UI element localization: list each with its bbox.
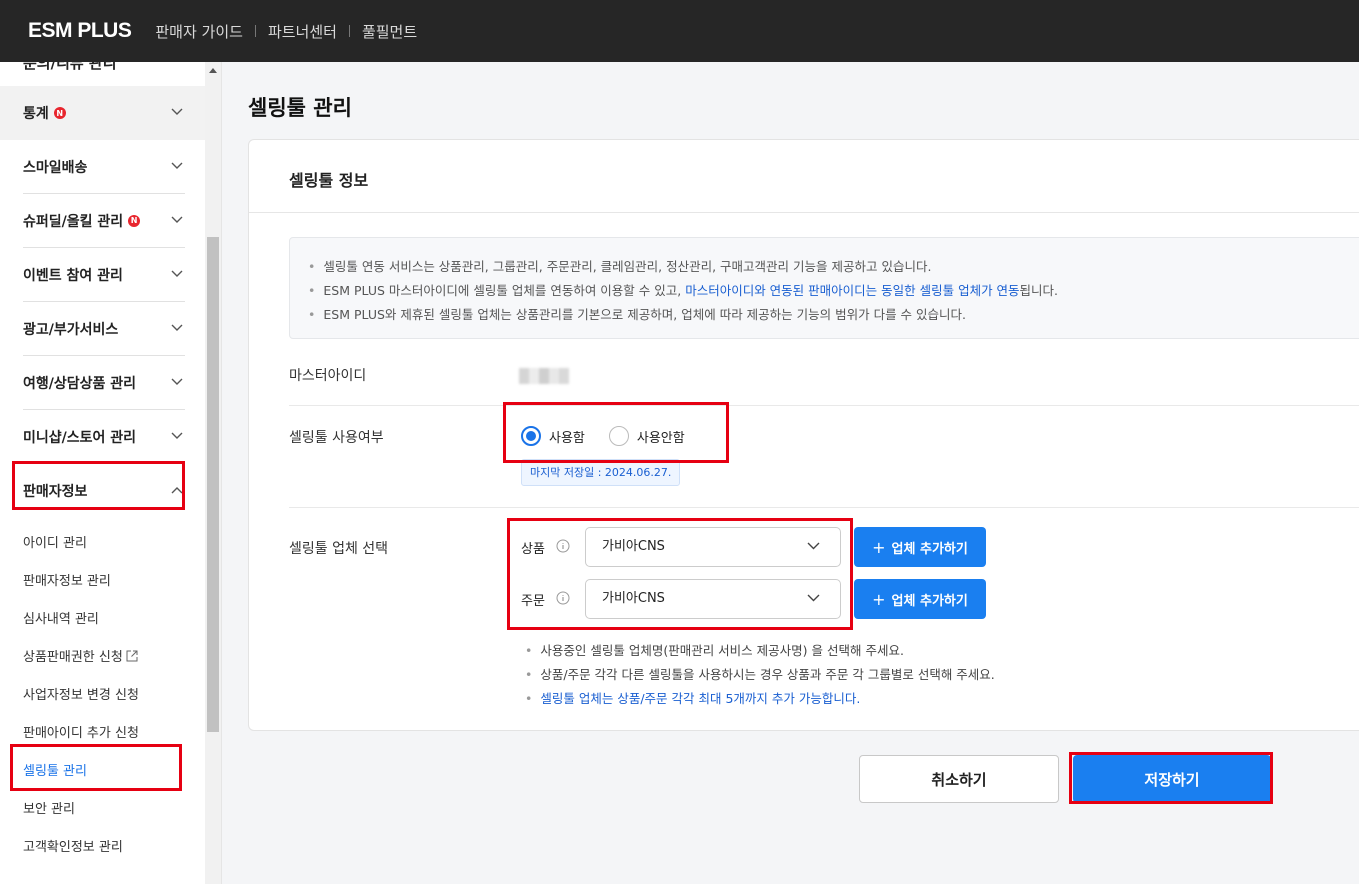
chevron-down-icon [171, 324, 183, 331]
partner-center-link[interactable]: 파트너센터 [268, 21, 337, 42]
product-vendor-select[interactable]: 가비아CNS [585, 527, 841, 567]
submenu-business-info-change[interactable]: 사업자정보 변경 신청 [23, 684, 139, 703]
chevron-down-icon [171, 108, 183, 115]
usage-label: 셀링툴 사용여부 [289, 430, 384, 446]
info-icon[interactable] [556, 591, 570, 605]
submenu-label: 상품판매권한 신청 [23, 650, 123, 665]
radio-use-label[interactable]: 사용함 [549, 427, 585, 446]
chevron-down-icon [171, 432, 183, 439]
page-title: 셀링툴 관리 [248, 96, 352, 120]
add-order-vendor-button[interactable]: + 업체 추가하기 [854, 579, 986, 619]
chevron-down-icon [171, 378, 183, 385]
save-button[interactable]: 저장하기 [1073, 755, 1271, 803]
sidebar-item-ads[interactable]: 광고/부가서비스 [23, 302, 185, 356]
hint-line: • 셀링툴 업체는 상품/주문 각각 최대 5개까지 추가 가능합니다. [525, 691, 861, 706]
chevron-down-icon [807, 542, 820, 550]
masked-master-id [519, 368, 569, 384]
sidebar-item-travel[interactable]: 여행/상담상품 관리 [23, 356, 185, 410]
last-saved-tag: 마지막 저장일 : 2024.06.27. [521, 459, 681, 486]
sidebar-item-label: 여행/상담상품 관리 [23, 375, 137, 392]
button-label: 업체 추가하기 [891, 541, 968, 557]
header-divider [348, 25, 350, 37]
select-value: 가비아CNS [602, 591, 665, 606]
submenu-review-history[interactable]: 심사내역 관리 [23, 608, 99, 627]
selling-tool-info-card: 셀링툴 정보 • 셀링툴 연동 서비스는 상품관리, 그룹관리, 주문관리, 클레… [248, 139, 1359, 731]
submenu-security[interactable]: 보안 관리 [23, 798, 75, 817]
new-badge: N [128, 214, 141, 227]
hint-line: • 사용중인 셀링툴 업체명(판매관리 서비스 제공사명) 을 선택해 주세요. [525, 643, 904, 658]
sidebar-item-stats[interactable]: 통계 N [0, 86, 205, 140]
header-divider [254, 25, 256, 37]
sidebar-item-label: 미니샵/스토어 관리 [23, 429, 137, 446]
divider [289, 405, 1359, 406]
button-label: 업체 추가하기 [891, 593, 968, 609]
notice-box: • 셀링툴 연동 서비스는 상품관리, 그룹관리, 주문관리, 클레임관리, 정산… [289, 237, 1359, 339]
usage-radio-group: 사용함 사용안함 [521, 426, 709, 446]
submenu-add-seller-id[interactable]: 판매아이디 추가 신청 [23, 722, 139, 741]
sidebar-item-superdeal[interactable]: 슈퍼딜/올킬 관리 N [23, 194, 185, 248]
chevron-down-icon [171, 270, 183, 277]
submenu-id-management[interactable]: 아이디 관리 [23, 532, 87, 551]
submenu-customer-verification[interactable]: 고객확인정보 관리 [23, 836, 123, 855]
radio-not-use[interactable] [608, 426, 629, 446]
vendor-select-label: 셀링툴 업체 선택 [289, 541, 389, 557]
plus-icon: + [872, 537, 886, 557]
sidebar-item-label: 슈퍼딜/올킬 관리 [23, 213, 124, 230]
chevron-down-icon [171, 162, 183, 169]
notice-line: • 셀링툴 연동 서비스는 상품관리, 그룹관리, 주문관리, 클레임관리, 정산… [308, 259, 932, 274]
sidebar-scrollbar[interactable] [205, 62, 222, 884]
sidebar-item-label: 판매자정보 [23, 484, 88, 500]
plus-icon: + [872, 589, 886, 609]
sidebar-item-label: 이벤트 참여 관리 [23, 267, 123, 284]
top-header: ESM PLUS 판매자 가이드 파트너센터 풀필먼트 [0, 0, 1359, 62]
submenu-sales-permission[interactable]: 상품판매권한 신청 [23, 646, 138, 665]
sidebar-item-seller-info[interactable]: 판매자정보 [23, 464, 185, 518]
sidebar-item-minishop[interactable]: 미니샵/스토어 관리 [23, 410, 185, 464]
external-link-icon [126, 650, 138, 662]
submenu-selling-tool[interactable]: 셀링툴 관리 [23, 760, 87, 779]
sidebar: 문의/리뷰 관리 통계 N 스마일배송 슈퍼딜/올킬 관리 N 이벤트 참여 관… [0, 62, 205, 884]
sidebar-item-event[interactable]: 이벤트 참여 관리 [23, 248, 185, 302]
order-label: 주문 [521, 594, 545, 609]
cancel-button[interactable]: 취소하기 [859, 755, 1059, 803]
product-label: 상품 [521, 542, 545, 557]
add-product-vendor-button[interactable]: + 업체 추가하기 [854, 527, 986, 567]
hint-line: • 상품/주문 각각 다른 셀링툴을 사용하시는 경우 상품과 주문 각 그룹별로… [525, 667, 995, 682]
radio-not-use-label[interactable]: 사용안함 [637, 427, 685, 446]
new-badge: N [53, 107, 66, 119]
info-icon[interactable] [556, 539, 570, 553]
header-links: 판매자 가이드 파트너센터 풀필먼트 [155, 21, 417, 42]
select-value: 가비아CNS [602, 539, 665, 554]
chevron-down-icon [171, 216, 183, 223]
card-title: 셀링툴 정보 [289, 171, 369, 190]
notice-line: • ESM PLUS와 제휴된 셀링툴 업체는 상품관리를 기본으로 제공하며, … [308, 307, 967, 322]
radio-use[interactable] [521, 426, 541, 446]
order-vendor-select[interactable]: 가비아CNS [585, 579, 841, 619]
sidebar-item-smile-delivery[interactable]: 스마일배송 [23, 140, 185, 194]
submenu-seller-info-management[interactable]: 판매자정보 관리 [23, 570, 111, 589]
sidebar-item-label: 통계 [23, 106, 49, 122]
scroll-up-arrow-icon[interactable] [209, 68, 217, 73]
esm-plus-logo[interactable]: ESM PLUS [28, 19, 132, 43]
sidebar-item-label: 스마일배송 [23, 159, 88, 176]
master-id-label: 마스터아이디 [289, 368, 367, 384]
seller-guide-link[interactable]: 판매자 가이드 [155, 21, 243, 42]
divider [289, 507, 1359, 508]
sidebar-item-label: 광고/부가서비스 [23, 321, 119, 338]
chevron-down-icon [807, 594, 820, 602]
chevron-up-icon [171, 487, 183, 494]
sidebar-item-clipped[interactable]: 문의/리뷰 관리 [23, 62, 117, 73]
notice-line: • ESM PLUS 마스터아이디에 셀링툴 업체를 연동하여 이용할 수 있고,… [308, 283, 1059, 298]
divider [249, 212, 1359, 213]
scrollbar-thumb[interactable] [207, 237, 219, 732]
fulfillment-link[interactable]: 풀필먼트 [362, 21, 417, 42]
